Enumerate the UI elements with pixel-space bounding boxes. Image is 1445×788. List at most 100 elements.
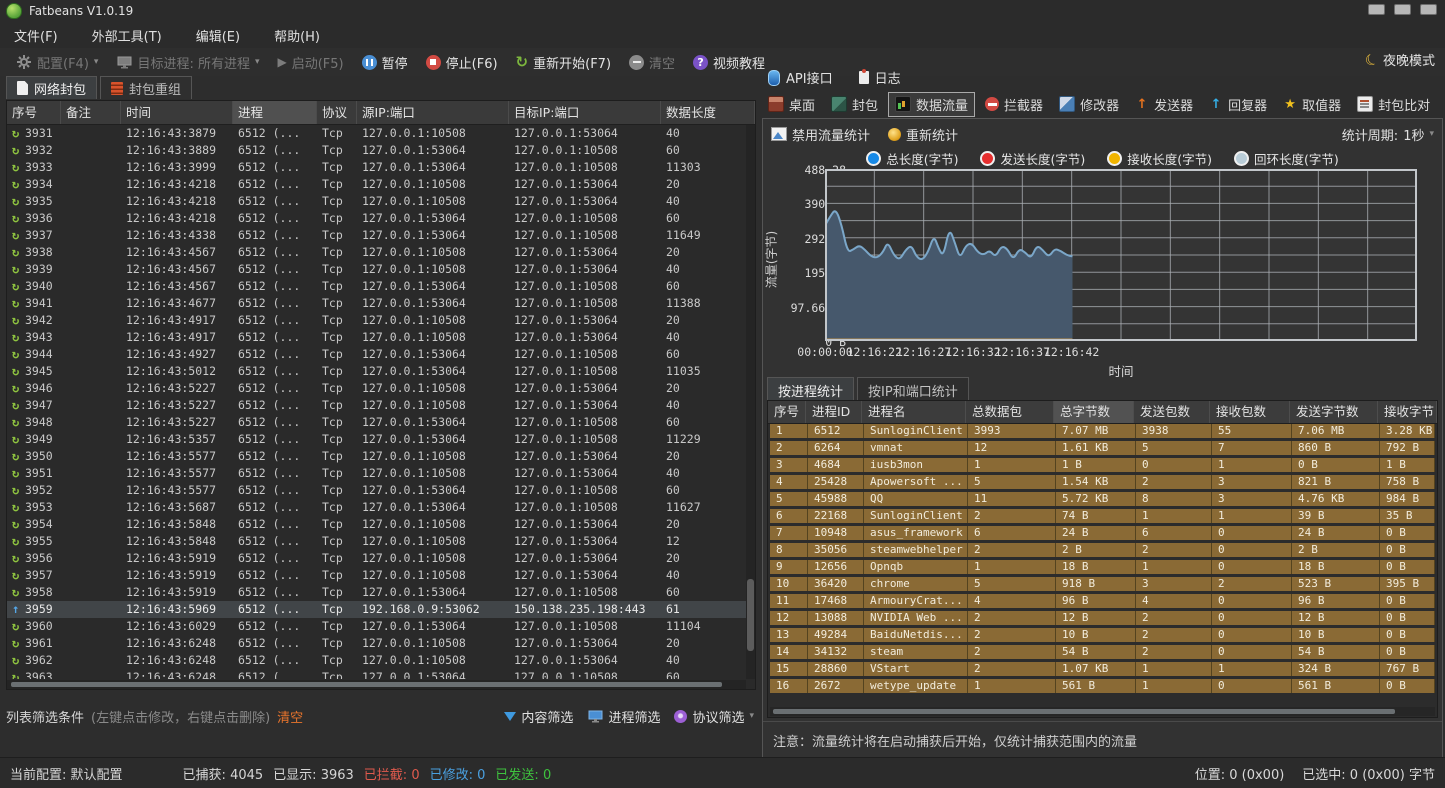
packet-row[interactable]: ↻393312:16:43:39996512 (...Tcp127.0.0.1:… [7, 159, 746, 176]
packet-row[interactable]: ↻394512:16:43:50126512 (...Tcp127.0.0.1:… [7, 363, 746, 380]
col-note[interactable]: 备注 [61, 101, 121, 124]
tab-回复器[interactable]: ↑回复器 [1203, 93, 1273, 116]
stop-button[interactable]: 停止(F6) [420, 50, 504, 74]
packet-row[interactable]: ↻394612:16:43:52276512 (...Tcp127.0.0.1:… [7, 380, 746, 397]
legend-item[interactable]: 回环长度(字节) [1234, 149, 1339, 168]
col-recv-bytes[interactable]: 接收字节 [1378, 401, 1437, 423]
menu-item[interactable]: 外部工具(T) [92, 26, 162, 45]
legend-item[interactable]: 总长度(字节) [866, 149, 958, 168]
packet-row[interactable]: ↻396312:16:43:62486512 (...Tcp127.0.0.1:… [7, 669, 746, 679]
stats-row[interactable]: 545988QQ115.72 KB834.76 KB984 B [770, 492, 1435, 506]
packet-row[interactable]: ↻396112:16:43:62486512 (...Tcp127.0.0.1:… [7, 635, 746, 652]
packet-row[interactable]: ↻394912:16:43:53576512 (...Tcp127.0.0.1:… [7, 431, 746, 448]
stats-row[interactable]: 1349284BaiduNetdis...210 B2010 B0 B [770, 628, 1435, 642]
packet-row[interactable]: ↻395012:16:43:55776512 (...Tcp127.0.0.1:… [7, 448, 746, 465]
packet-row[interactable]: ↻395112:16:43:55776512 (...Tcp127.0.0.1:… [7, 465, 746, 482]
clear-button[interactable]: 清空 [623, 50, 681, 74]
stats-row[interactable]: 26264vmnat121.61 KB57860 B792 B [770, 441, 1435, 455]
stats-row[interactable]: 16512SunloginClient39937.07 MB3938557.06… [770, 424, 1435, 438]
legend-item[interactable]: 发送长度(字节) [980, 149, 1085, 168]
col-total-packets[interactable]: 总数据包 [966, 401, 1054, 423]
scrollbar-thumb[interactable] [11, 682, 722, 687]
packet-row[interactable]: ↑395912:16:43:59696512 (...Tcp192.168.0.… [7, 601, 746, 618]
stats-row[interactable]: 622168SunloginClient274 B1139 B35 B [770, 509, 1435, 523]
stats-row[interactable]: 1434132steam254 B2054 B0 B [770, 645, 1435, 659]
config-button[interactable]: 配置(F4) ▾ [10, 50, 104, 74]
tutorial-button[interactable]: ? 视频教程 [687, 50, 771, 74]
col-seq[interactable]: 序号 [7, 101, 61, 124]
menu-item[interactable]: 编辑(E) [196, 26, 240, 45]
packet-row[interactable]: ↻394012:16:43:45676512 (...Tcp127.0.0.1:… [7, 278, 746, 295]
stats-row[interactable]: 34684iusb3mon11 B010 B1 B [770, 458, 1435, 472]
tab-数据流量[interactable]: 数据流量 [888, 92, 975, 117]
col-process-name[interactable]: 进程名 [862, 401, 966, 423]
minimize-button[interactable] [1368, 4, 1385, 15]
scrollbar-thumb[interactable] [773, 709, 1395, 714]
packet-row[interactable]: ↻396212:16:43:62486512 (...Tcp127.0.0.1:… [7, 652, 746, 669]
packet-row[interactable]: ↻395812:16:43:59196512 (...Tcp127.0.0.1:… [7, 584, 746, 601]
tab-拦截器[interactable]: 拦截器 [979, 93, 1049, 116]
stats-row[interactable]: 1117468ArmouryCrat...496 B4096 B0 B [770, 594, 1435, 608]
scrollbar-thumb[interactable] [747, 579, 754, 651]
packet-row[interactable]: ↻394412:16:43:49276512 (...Tcp127.0.0.1:… [7, 346, 746, 363]
maximize-button[interactable] [1394, 4, 1411, 15]
col-dst[interactable]: 目标IP:端口 [509, 101, 661, 124]
packet-row[interactable]: ↻393112:16:43:38796512 (...Tcp127.0.0.1:… [7, 125, 746, 142]
packet-row[interactable]: ↻393612:16:43:42186512 (...Tcp127.0.0.1:… [7, 210, 746, 227]
tab-发送器[interactable]: ↑发送器 [1129, 93, 1199, 116]
stats-row[interactable]: 835056steamwebhelper22 B202 B0 B [770, 543, 1435, 557]
stats-row[interactable]: 162672wetype_update1561 B10561 B0 B [770, 679, 1435, 693]
col-protocol[interactable]: 协议 [317, 101, 357, 124]
tab-修改器[interactable]: 修改器 [1053, 93, 1125, 116]
col-pid[interactable]: 进程ID [806, 401, 862, 423]
recount-button[interactable]: 重新统计 [888, 125, 958, 144]
target-process-button[interactable]: 目标进程: 所有进程 ▾ [110, 50, 265, 74]
horizontal-scrollbar[interactable] [770, 707, 1435, 716]
log-button[interactable]: 日志 [859, 68, 901, 87]
process-filter-button[interactable]: 进程筛选 [587, 707, 660, 726]
col-sent-packets[interactable]: 发送包数 [1134, 401, 1210, 423]
disable-stats-button[interactable]: 禁用流量统计 [771, 125, 870, 144]
packet-row[interactable]: ↻395412:16:43:58486512 (...Tcp127.0.0.1:… [7, 516, 746, 533]
stats-row[interactable]: 425428Apowersoft ...51.54 KB23821 B758 B [770, 475, 1435, 489]
packet-row[interactable]: ↻393412:16:43:42186512 (...Tcp127.0.0.1:… [7, 176, 746, 193]
tab-封包[interactable]: 封包 [825, 93, 884, 116]
stats-row[interactable]: 1528860VStart21.07 KB11324 B767 B [770, 662, 1435, 676]
stats-row[interactable]: 1213088NVIDIA Web ...212 B2012 B0 B [770, 611, 1435, 625]
menu-item[interactable]: 文件(F) [14, 26, 58, 45]
close-button[interactable] [1420, 4, 1437, 15]
start-button[interactable]: ▶ 启动(F5) [271, 50, 349, 74]
vertical-scrollbar[interactable] [746, 125, 755, 679]
col-process[interactable]: 进程 [233, 101, 317, 124]
filter-clear-button[interactable]: 清空 [277, 707, 303, 726]
protocol-filter-button[interactable]: 协议筛选 ▾ [674, 707, 754, 726]
col-time[interactable]: 时间 [121, 101, 233, 124]
restart-button[interactable]: ↻ 重新开始(F7) [510, 50, 617, 74]
packet-row[interactable]: ↻393912:16:43:45676512 (...Tcp127.0.0.1:… [7, 261, 746, 278]
packet-row[interactable]: ↻394312:16:43:49176512 (...Tcp127.0.0.1:… [7, 329, 746, 346]
legend-item[interactable]: 接收长度(字节) [1107, 149, 1212, 168]
tab-取值器[interactable]: ★取值器 [1277, 93, 1347, 116]
stats-row[interactable]: 710948asus_framework624 B6024 B0 B [770, 526, 1435, 540]
packet-row[interactable]: ↻394712:16:43:52276512 (...Tcp127.0.0.1:… [7, 397, 746, 414]
packet-row[interactable]: ↻395612:16:43:59196512 (...Tcp127.0.0.1:… [7, 550, 746, 567]
col-sent-bytes[interactable]: 发送字节数 [1290, 401, 1378, 423]
api-button[interactable]: API接口 [768, 68, 833, 87]
tab-network-packets[interactable]: 网络封包 [6, 76, 97, 99]
packet-row[interactable]: ↻396012:16:43:60296512 (...Tcp127.0.0.1:… [7, 618, 746, 635]
packet-row[interactable]: ↻394112:16:43:46776512 (...Tcp127.0.0.1:… [7, 295, 746, 312]
horizontal-scrollbar[interactable] [7, 680, 746, 689]
stats-row[interactable]: 1036420chrome5918 B32523 B395 B [770, 577, 1435, 591]
packet-row[interactable]: ↻394212:16:43:49176512 (...Tcp127.0.0.1:… [7, 312, 746, 329]
content-filter-button[interactable]: 内容筛选 [504, 707, 573, 726]
night-mode-toggle[interactable]: ☾ 夜晚模式 [1365, 50, 1435, 69]
tab-桌面[interactable]: 桌面 [762, 93, 821, 116]
tab-封包比对[interactable]: 封包比对 [1351, 93, 1436, 116]
packet-row[interactable]: ↻395712:16:43:59196512 (...Tcp127.0.0.1:… [7, 567, 746, 584]
tab-packet-reassembly[interactable]: 封包重组 [100, 76, 192, 99]
packet-row[interactable]: ↻393812:16:43:45676512 (...Tcp127.0.0.1:… [7, 244, 746, 261]
packet-row[interactable]: ↻393512:16:43:42186512 (...Tcp127.0.0.1:… [7, 193, 746, 210]
col-length[interactable]: 数据长度 [661, 101, 755, 124]
col-src[interactable]: 源IP:端口 [357, 101, 509, 124]
menu-item[interactable]: 帮助(H) [274, 26, 320, 45]
